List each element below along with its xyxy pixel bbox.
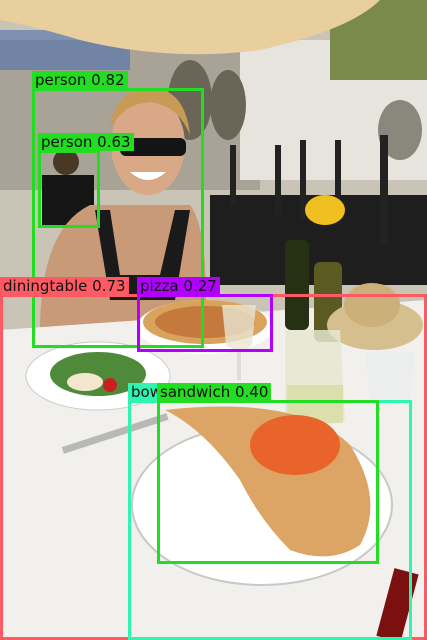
detection-box-pizza: pizza 0.27 bbox=[137, 277, 273, 352]
arch bbox=[210, 70, 246, 140]
detection-label: diningtable 0.73 bbox=[0, 277, 129, 295]
detection-label: person 0.82 bbox=[32, 71, 128, 89]
detection-box-sandwich: sandwich 0.40 bbox=[157, 383, 379, 564]
detection-box-person: person 0.63 bbox=[38, 133, 134, 228]
detection-label: sandwich 0.40 bbox=[157, 383, 272, 401]
fence-post bbox=[380, 135, 388, 245]
fence-post bbox=[230, 145, 236, 205]
fence-post bbox=[275, 145, 281, 215]
yellow-object bbox=[305, 195, 345, 225]
fence-post bbox=[300, 140, 306, 220]
detection-label: pizza 0.27 bbox=[137, 277, 220, 295]
detection-label: person 0.63 bbox=[38, 133, 134, 151]
